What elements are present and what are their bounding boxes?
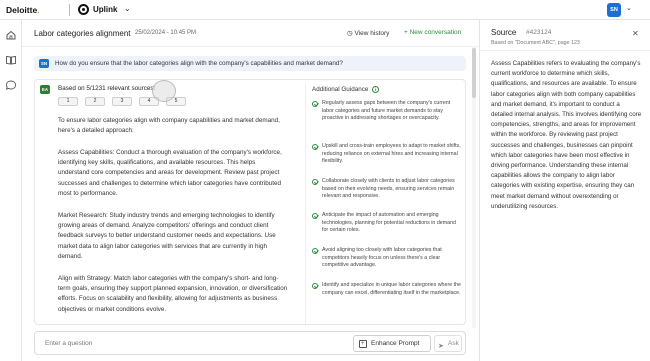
- answer-paragraph: To ensure labor categories align with co…: [58, 117, 280, 135]
- book-icon[interactable]: [5, 54, 17, 66]
- conversation-title: Labor categories alignment: [34, 29, 131, 38]
- guidance-text: Identify and specialize in unique labor …: [322, 282, 461, 296]
- close-icon[interactable]: ✕: [632, 29, 639, 38]
- ask-label: Ask: [448, 340, 459, 347]
- check-circle-icon: [312, 213, 318, 219]
- check-circle-icon: [312, 144, 318, 150]
- guidance-text: Regularly assess gaps between the compan…: [322, 100, 451, 122]
- source-body-text: Assess Capabilities refers to evaluating…: [491, 60, 642, 210]
- source-pill[interactable]: 3: [112, 97, 132, 106]
- chat-icon[interactable]: [5, 79, 17, 91]
- home-icon[interactable]: [5, 29, 17, 41]
- cursor-highlight: [152, 80, 176, 102]
- user-question: SN How do you ensure that the labor cate…: [34, 56, 466, 71]
- check-circle-icon: [312, 179, 318, 185]
- product-name[interactable]: Uplink: [93, 5, 117, 14]
- guidance-text: Collaborate closely with clients to adju…: [322, 178, 455, 200]
- answer-card: EA Based on 5/1231 relevant sources: 1 2…: [34, 79, 466, 325]
- header-divider: [22, 46, 478, 47]
- new-conversation-button[interactable]: + New conversation: [404, 29, 461, 36]
- source-id: #423124: [526, 29, 552, 36]
- enhance-prompt-button[interactable]: Enhance Prompt: [353, 335, 431, 352]
- answer-paragraph: Market Research: Study industry trends a…: [58, 212, 276, 260]
- logo-divider: [69, 4, 70, 16]
- guidance-text: Avoid aligning too closely with labor ca…: [322, 247, 442, 269]
- enhance-prompt-label: Enhance Prompt: [371, 340, 420, 347]
- top-bar: Deloitte. Uplink ⌄ SN ⌄: [0, 0, 650, 20]
- sources-summary: Based on 5/1231 relevant sources:: [58, 85, 156, 92]
- source-panel-title: Source: [491, 28, 517, 37]
- uplink-logo-icon: [78, 4, 89, 15]
- user-menu-chevron-icon[interactable]: ⌄: [626, 4, 632, 12]
- source-pill[interactable]: 2: [85, 97, 105, 106]
- enhance-icon: [359, 337, 367, 352]
- chevron-down-icon[interactable]: ⌄: [124, 4, 131, 13]
- guidance-title: Additional Guidance: [312, 86, 369, 93]
- check-circle-icon: [312, 283, 318, 289]
- left-nav-rail: [0, 20, 22, 361]
- assistant-avatar: EA: [40, 85, 50, 94]
- user-avatar[interactable]: SN: [607, 3, 621, 17]
- conversation-date: 25/02/2024 - 10:45 PM: [135, 30, 197, 36]
- guidance-text: Upskill and cross-train employees to ada…: [322, 143, 461, 165]
- source-panel: Source #423124 ✕ Based on "Document ABC"…: [479, 20, 650, 361]
- check-circle-icon: [312, 248, 318, 254]
- history-icon: ◷: [347, 30, 353, 37]
- question-input[interactable]: Enter a question: [45, 340, 92, 347]
- source-subtitle: Based on "Document ABC", page 123: [491, 40, 580, 46]
- deloitte-logo[interactable]: Deloitte.: [6, 5, 40, 15]
- source-pill[interactable]: 1: [58, 97, 78, 106]
- question-text: How do you ensure that the labor categor…: [55, 60, 343, 67]
- scrollbar-thumb[interactable]: [472, 48, 476, 98]
- answer-paragraph: Assess Capabilities: Conduct a thorough …: [58, 149, 282, 197]
- send-icon: ➤: [438, 343, 444, 350]
- guidance-divider: [305, 84, 306, 324]
- view-history-button[interactable]: ◷ View history: [347, 29, 389, 37]
- user-avatar-small: SN: [39, 59, 49, 68]
- check-circle-icon: [312, 101, 318, 107]
- guidance-text: Anticipate the impact of automation and …: [322, 212, 456, 234]
- question-input-bar: Enter a question Enhance Prompt ➤ Ask: [34, 331, 466, 355]
- source-panel-divider: [480, 50, 650, 51]
- answer-paragraph: Align with Strategy: Match labor categor…: [58, 275, 288, 313]
- view-history-label: View history: [354, 30, 390, 37]
- brand-name: Deloitte: [6, 5, 38, 15]
- ask-button[interactable]: ➤ Ask: [434, 335, 462, 352]
- info-icon[interactable]: i: [372, 86, 379, 93]
